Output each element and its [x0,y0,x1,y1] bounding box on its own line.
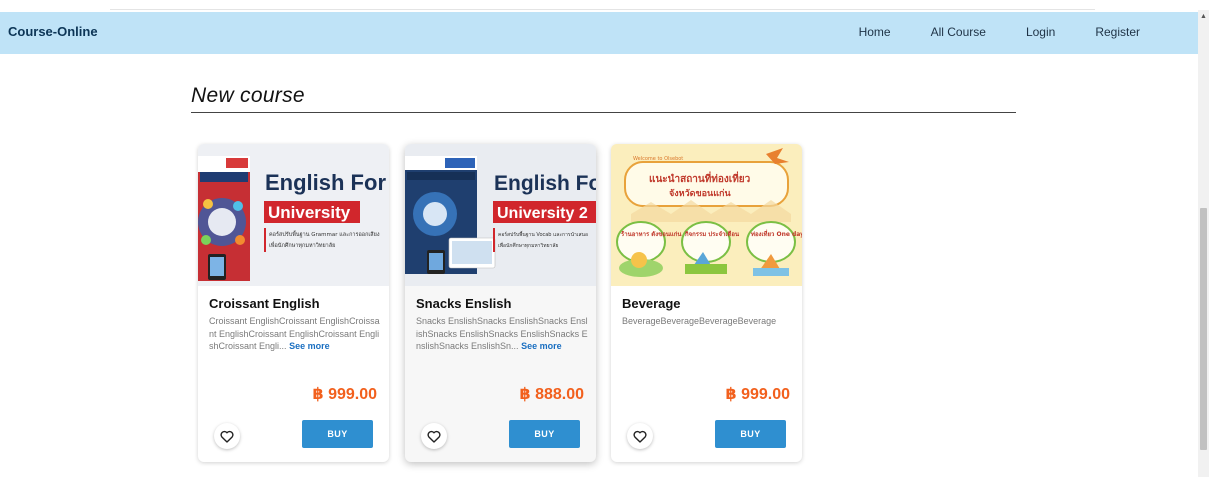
image-subheading: University [268,203,351,222]
nav-register[interactable]: Register [1095,25,1140,39]
section-title: New course [191,84,305,107]
favorite-button[interactable] [214,423,240,449]
image-label-food: ร้านอาหาร ดังขอนแก่น [621,230,682,238]
image-heading: English Fo [494,172,596,195]
page: Course-Online Home All Course Login Regi… [0,0,1209,477]
image-caption-2: เพื่อนักศึกษาทุกมหาวิทยาลัย [498,242,558,249]
vertical-scrollbar[interactable]: ▲ [1198,10,1209,477]
image-label-trip: ท่องเที่ยว One day trip [751,229,802,238]
nav-home[interactable]: Home [859,25,891,39]
section-divider [191,112,1016,113]
see-more-link[interactable]: See more [289,341,330,351]
course-image[interactable]: English Fo University 2 คอร์สปรับพื้นฐาน… [405,144,596,286]
image-subheading: University 2 [497,205,588,222]
image-label-activity: กิจกรรม ประจำเดือน [685,230,740,238]
navbar: Course-Online Home All Course Login Regi… [0,12,1198,54]
course-description: Snacks EnslishSnacks EnslishSnacks Ensli… [416,315,588,353]
course-image[interactable]: Welcome to Olsebot แนะนำสถานที่ท่องเที่ย… [611,144,802,286]
course-price: ฿ 999.00 [312,386,377,403]
course-card[interactable]: English Fo University 2 คอร์สปรับพื้นฐาน… [405,144,596,462]
course-description: BeverageBeverageBeverageBeverage [622,315,794,328]
course-description: Croissant EnglishCroissant EnglishCroiss… [209,315,381,353]
course-description-text: Snacks EnslishSnacks EnslishSnacks Ensli… [416,316,588,351]
course-price: ฿ 888.00 [519,386,584,403]
top-strip [110,0,1095,10]
image-caption: คอร์สปรับพื้นฐาน Grammar และการออกเสียง [269,230,380,238]
nav-links: Home All Course Login Register [819,25,1140,39]
nav-all-course[interactable]: All Course [931,25,986,39]
image-caption-2: เพื่อนักศึกษาทุกมหาวิทยาลัย [269,241,335,249]
scroll-up-arrow-icon[interactable]: ▲ [1198,12,1209,22]
image-welcome: Welcome to Olsebot [633,156,683,162]
buy-button[interactable]: BUY [302,420,373,448]
course-title[interactable]: Croissant English [209,296,320,311]
course-price: ฿ 999.00 [725,386,790,403]
course-card[interactable]: English For University คอร์สปรับพื้นฐาน … [198,144,389,462]
image-heading: แนะนำสถานที่ท่องเที่ยว [649,171,751,185]
image-subheading: จังหวัดขอนแก่น [669,188,731,199]
course-title[interactable]: Snacks Enslish [416,296,511,311]
heart-outline-icon [427,430,441,443]
course-card[interactable]: Welcome to Olsebot แนะนำสถานที่ท่องเที่ย… [611,144,802,462]
brand-logo[interactable]: Course-Online [8,24,98,39]
heart-outline-icon [220,430,234,443]
scroll-thumb[interactable] [1200,208,1207,450]
buy-button[interactable]: BUY [509,420,580,448]
course-description-text: BeverageBeverageBeverageBeverage [622,316,777,326]
heart-outline-icon [633,430,647,443]
favorite-button[interactable] [627,423,653,449]
buy-button[interactable]: BUY [715,420,786,448]
see-more-link[interactable]: See more [521,341,562,351]
course-title[interactable]: Beverage [622,296,681,311]
course-image[interactable]: English For University คอร์สปรับพื้นฐาน … [198,144,389,286]
nav-login[interactable]: Login [1026,25,1055,39]
favorite-button[interactable] [421,423,447,449]
image-heading: English For [265,170,386,195]
